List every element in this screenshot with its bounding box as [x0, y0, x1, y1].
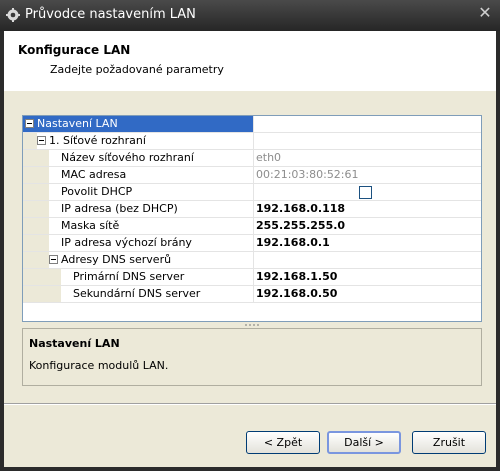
property-grid[interactable]: Nastavení LAN 1. Síťové rozhraní Název s… [22, 115, 482, 322]
grid-value[interactable]: 192.168.0.50 [253, 286, 481, 302]
button-divider-highlight [4, 404, 496, 405]
collapse-icon[interactable] [25, 119, 34, 128]
grid-row-dns-group[interactable]: Adresy DNS serverů [23, 252, 481, 269]
grid-label: Adresy DNS serverů [61, 253, 172, 266]
gear-icon [6, 8, 20, 22]
wizard-header: Konfigurace LAN Zadejte požadované param… [4, 31, 496, 91]
collapse-icon[interactable] [37, 136, 46, 145]
title-bar[interactable]: Průvodce nastavením LAN ✕ [0, 0, 500, 31]
page-subtitle: Zadejte požadované parametry [50, 63, 224, 76]
grid-gutter [23, 252, 49, 268]
collapse-icon[interactable] [49, 255, 58, 264]
help-description: Konfigurace modulů LAN. [29, 359, 169, 372]
grid-value[interactable]: 00:21:03:80:52:61 [253, 167, 481, 183]
dialog-client: Konfigurace LAN Zadejte požadované param… [4, 31, 496, 467]
grid-gutter [23, 201, 49, 217]
grid-row-ip[interactable]: IP adresa (bez DHCP) 192.168.0.118 [23, 201, 481, 218]
help-panel: Nastavení LAN Konfigurace modulů LAN. [22, 328, 482, 386]
dhcp-checkbox[interactable] [359, 186, 372, 199]
grid-row-dns-secondary[interactable]: Sekundární DNS server 192.168.0.50 [23, 286, 481, 303]
grid-row-interface[interactable]: 1. Síťové rozhraní [23, 133, 481, 150]
grid-gutter [23, 133, 37, 149]
grid-row-dhcp[interactable]: Povolit DHCP [23, 184, 481, 201]
grid-gutter [23, 167, 49, 183]
grid-label: Primární DNS server [73, 270, 185, 283]
grip-icon [244, 324, 260, 326]
grid-gutter [23, 150, 49, 166]
grid-gutter [23, 184, 49, 200]
grid-label: IP adresa (bez DHCP) [61, 202, 178, 215]
grid-label: Sekundární DNS server [73, 287, 201, 300]
grid-row-lan-settings[interactable]: Nastavení LAN [23, 116, 481, 133]
window-title: Průvodce nastavením LAN [25, 7, 196, 22]
grid-gutter [23, 218, 49, 234]
grid-row-mac[interactable]: MAC adresa 00:21:03:80:52:61 [23, 167, 481, 184]
grid-row-dns-primary[interactable]: Primární DNS server 192.168.1.50 [23, 269, 481, 286]
grid-value[interactable]: 255.255.255.0 [253, 218, 481, 234]
grid-label: 1. Síťové rozhraní [49, 134, 146, 147]
grid-gutter [23, 286, 61, 302]
next-button[interactable]: Další > [327, 431, 401, 454]
grid-value[interactable] [253, 252, 481, 268]
grid-value[interactable]: 192.168.1.50 [253, 269, 481, 285]
help-title: Nastavení LAN [29, 337, 120, 350]
wizard-window: Průvodce nastavením LAN ✕ Konfigurace LA… [0, 0, 500, 471]
grid-label: Maska sítě [61, 219, 120, 232]
page-title: Konfigurace LAN [18, 43, 131, 57]
grid-row-interface-name[interactable]: Název síťového rozhraní eth0 [23, 150, 481, 167]
cancel-button[interactable]: Zrušit [412, 431, 486, 454]
grid-value[interactable] [253, 133, 481, 149]
grid-label: MAC adresa [61, 168, 127, 181]
grid-row-netmask[interactable]: Maska sítě 255.255.255.0 [23, 218, 481, 235]
back-button[interactable]: < Zpět [246, 431, 320, 454]
grid-gutter [23, 269, 61, 285]
grid-value[interactable]: 192.168.0.1 [253, 235, 481, 251]
grid-row-gateway[interactable]: IP adresa výchozí brány 192.168.0.1 [23, 235, 481, 252]
grid-label: Povolit DHCP [61, 185, 133, 198]
grid-value[interactable]: eth0 [253, 150, 481, 166]
header-divider [4, 90, 496, 91]
grid-label: Nastavení LAN [37, 117, 118, 130]
grid-value[interactable] [253, 116, 481, 132]
close-icon[interactable]: ✕ [477, 5, 493, 21]
grid-gutter [23, 235, 49, 251]
grid-label: Název síťového rozhraní [61, 151, 194, 164]
grid-value[interactable]: 192.168.0.118 [253, 201, 481, 217]
grid-label: IP adresa výchozí brány [61, 236, 192, 249]
